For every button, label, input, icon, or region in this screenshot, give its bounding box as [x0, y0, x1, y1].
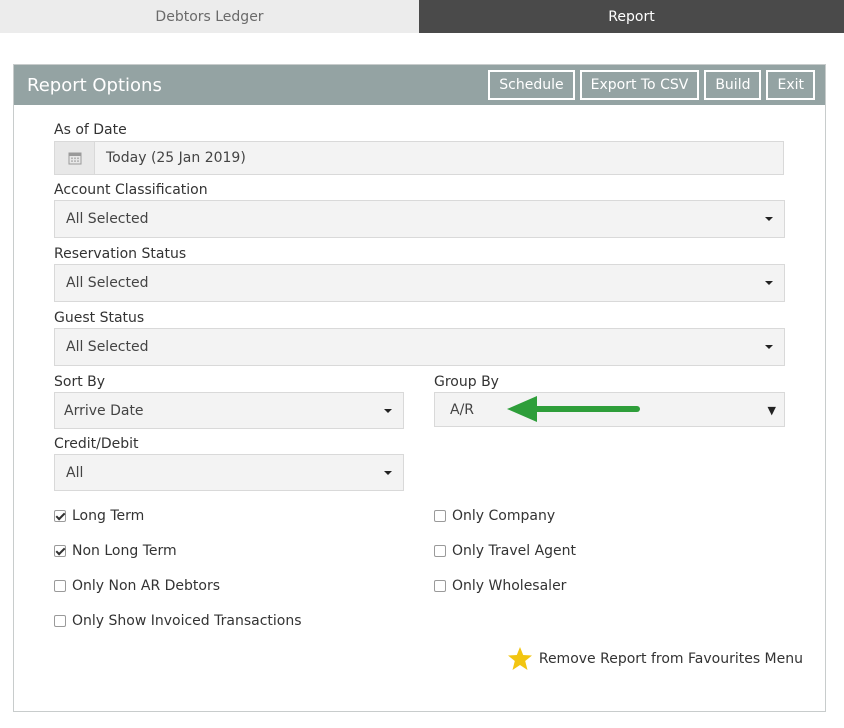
credit-debit-select[interactable]: All — [54, 454, 404, 491]
reservation-status-value: All Selected — [66, 275, 149, 291]
caret-down-icon — [765, 345, 773, 349]
caret-down-icon — [765, 281, 773, 285]
only-wholesaler-label: Only Wholesaler — [452, 578, 567, 594]
checkbox-icon[interactable] — [434, 545, 446, 557]
as-of-date-value: Today (25 Jan 2019) — [106, 150, 246, 166]
header-buttons: Schedule Export To CSV Build Exit — [488, 70, 815, 100]
sort-by-label: Sort By — [54, 374, 106, 390]
only-travel-agent-checkbox[interactable]: Only Travel Agent — [434, 543, 576, 559]
account-classification-label: Account Classification — [54, 182, 208, 198]
tab-bar: Debtors Ledger Report — [0, 0, 844, 33]
export-csv-button[interactable]: Export To CSV — [579, 70, 700, 100]
sort-by-value: Arrive Date — [64, 402, 144, 419]
long-term-checkbox[interactable]: Long Term — [54, 508, 144, 524]
sort-by-select[interactable]: Arrive Date — [54, 392, 404, 429]
long-term-label: Long Term — [72, 508, 145, 524]
checkbox-icon[interactable] — [54, 580, 66, 592]
reservation-status-label: Reservation Status — [54, 246, 187, 262]
caret-down-icon — [384, 409, 392, 413]
account-classification-select[interactable]: All Selected — [54, 200, 785, 238]
only-invoiced-label: Only Show Invoiced Transactions — [72, 613, 302, 629]
calendar-icon[interactable] — [55, 142, 95, 174]
tab-report[interactable]: Report — [419, 0, 844, 33]
caret-down-icon — [384, 471, 392, 475]
guest-status-value: All Selected — [66, 339, 149, 355]
as-of-date-field[interactable]: Today (25 Jan 2019) — [54, 141, 784, 175]
caret-down-icon: ▼ — [767, 404, 776, 417]
only-company-checkbox[interactable]: Only Company — [434, 508, 555, 524]
checkbox-checked-icon[interactable] — [54, 545, 66, 557]
star-icon[interactable] — [507, 646, 533, 671]
checkbox-icon[interactable] — [54, 615, 66, 627]
schedule-button[interactable]: Schedule — [488, 70, 575, 100]
exit-button[interactable]: Exit — [766, 70, 815, 100]
only-invoiced-checkbox[interactable]: Only Show Invoiced Transactions — [54, 613, 302, 629]
build-button[interactable]: Build — [704, 70, 762, 100]
panel-header: Report Options Schedule Export To CSV Bu… — [14, 65, 825, 105]
only-travel-agent-label: Only Travel Agent — [452, 543, 577, 559]
only-wholesaler-checkbox[interactable]: Only Wholesaler — [434, 578, 566, 594]
as-of-date-label: As of Date — [54, 122, 127, 138]
panel-title: Report Options — [27, 74, 162, 96]
credit-debit-value: All — [66, 464, 84, 481]
only-non-ar-debtors-checkbox[interactable]: Only Non AR Debtors — [54, 578, 220, 594]
only-non-ar-debtors-label: Only Non AR Debtors — [72, 578, 221, 594]
only-company-label: Only Company — [452, 508, 556, 524]
credit-debit-label: Credit/Debit — [54, 436, 139, 452]
checkbox-checked-icon[interactable] — [54, 510, 66, 522]
guest-status-select[interactable]: All Selected — [54, 328, 785, 366]
reservation-status-select[interactable]: All Selected — [54, 264, 785, 302]
group-by-value: A/R — [450, 401, 475, 418]
tab-debtors-ledger[interactable]: Debtors Ledger — [0, 0, 419, 33]
non-long-term-label: Non Long Term — [72, 543, 177, 559]
remove-favourite-label: Remove Report from Favourites Menu — [538, 650, 803, 667]
green-arrow-icon — [507, 396, 640, 422]
group-by-label: Group By — [434, 374, 499, 390]
remove-favourite-link[interactable]: Remove Report from Favourites Menu — [507, 646, 803, 671]
caret-down-icon — [765, 217, 773, 221]
checkbox-icon[interactable] — [434, 580, 446, 592]
account-classification-value: All Selected — [66, 211, 149, 227]
guest-status-label: Guest Status — [54, 310, 145, 326]
checkbox-icon[interactable] — [434, 510, 446, 522]
non-long-term-checkbox[interactable]: Non Long Term — [54, 543, 177, 559]
